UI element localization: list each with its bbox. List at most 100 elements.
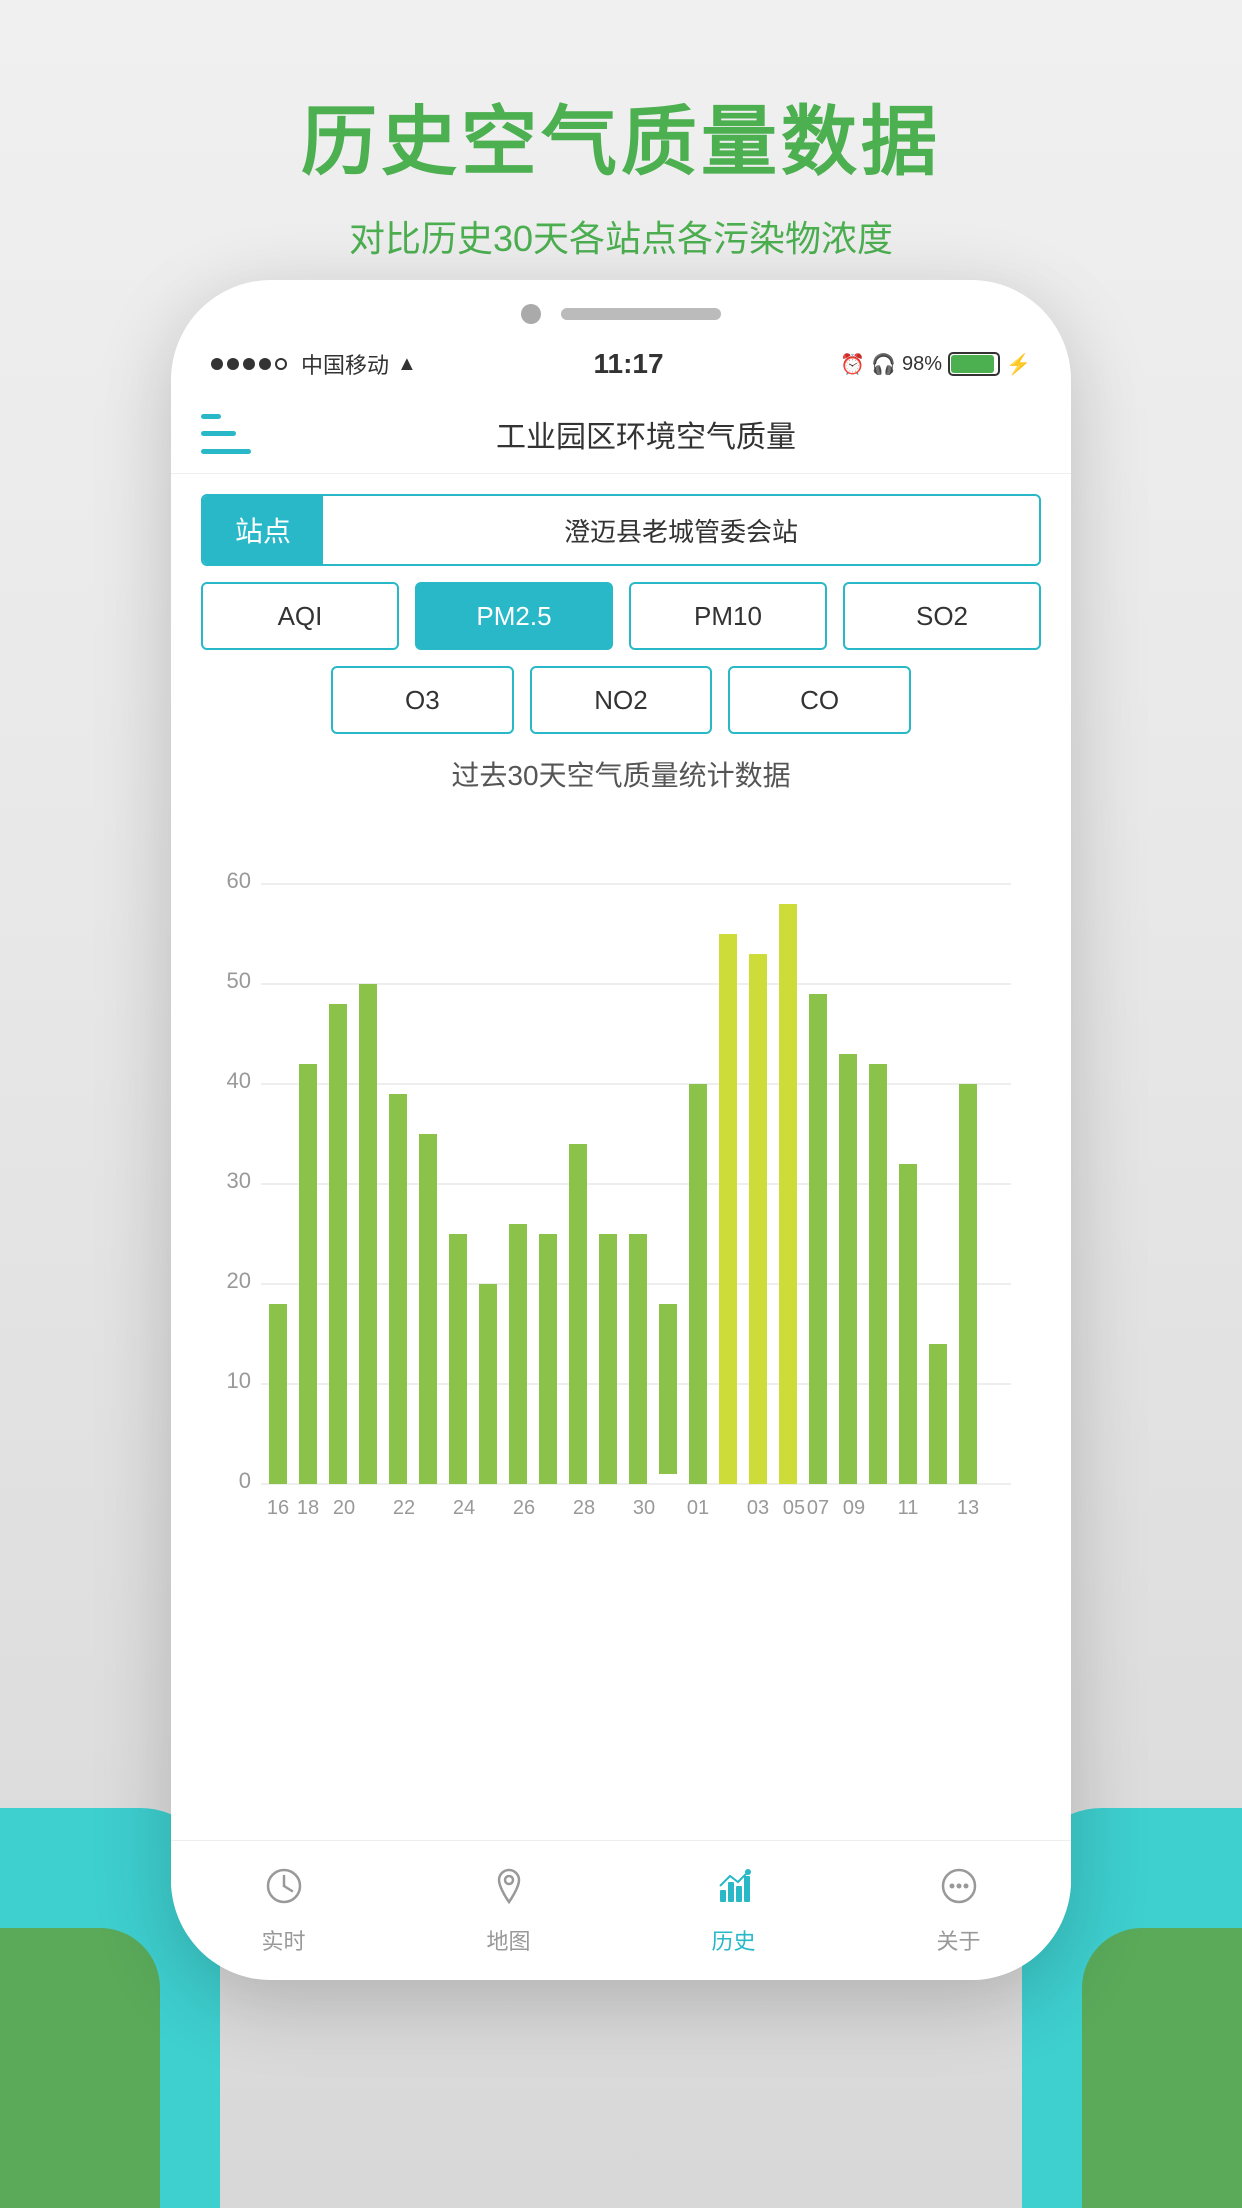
status-right: ⏰ 🎧 98% ⚡ <box>840 352 1031 377</box>
wifi-icon: ▲ <box>397 353 417 376</box>
bar-05c <box>779 904 797 1484</box>
tab-item-realtime[interactable]: 实时 <box>171 1866 396 1956</box>
tab-label-map: 地图 <box>486 1924 530 1956</box>
bg-decoration-green-left <box>0 1928 160 2208</box>
menu-line-2 <box>201 431 236 436</box>
bar-chart: 60 50 40 30 20 10 0 <box>211 814 1031 1574</box>
menu-icon[interactable] <box>201 414 251 454</box>
svg-text:30: 30 <box>227 1168 251 1193</box>
battery-fill <box>951 355 994 373</box>
pollutant-btn-PM25[interactable]: PM2.5 <box>415 582 613 650</box>
station-row[interactable]: 站点 澄迈县老城管委会站 <box>201 494 1041 566</box>
chart-icon <box>714 1866 754 1916</box>
svg-text:16: 16 <box>267 1497 289 1519</box>
bar-30b <box>629 1234 647 1484</box>
chart-title: 过去30天空气质量统计数据 <box>201 754 1041 794</box>
svg-text:28: 28 <box>573 1497 595 1519</box>
pollutant-buttons-row1: AQI PM2.5 PM10 SO2 <box>201 582 1041 650</box>
svg-text:03: 03 <box>747 1497 769 1519</box>
svg-text:20: 20 <box>333 1497 355 1519</box>
menu-line-3 <box>201 449 251 454</box>
bar-09b <box>869 1064 887 1484</box>
svg-text:0: 0 <box>239 1468 251 1493</box>
bar-05b <box>749 954 767 1484</box>
app-nav-bar: 工业园区环境空气质量 <box>171 394 1071 474</box>
carrier-label: 中国移动 <box>301 348 389 380</box>
headphone-icon: 🎧 <box>871 352 896 377</box>
svg-text:30: 30 <box>633 1497 655 1519</box>
phone-camera <box>521 304 541 324</box>
bar-20a <box>329 1004 347 1484</box>
chart-container: 60 50 40 30 20 10 0 <box>201 814 1041 1574</box>
pollutant-btn-SO2[interactable]: SO2 <box>843 582 1041 650</box>
phone-speaker <box>561 308 721 320</box>
bar-30a <box>599 1234 617 1484</box>
map-icon <box>489 1866 529 1916</box>
pollutant-btn-PM10[interactable]: PM10 <box>629 582 827 650</box>
bar-26b <box>509 1224 527 1484</box>
pollutant-btn-AQI[interactable]: AQI <box>201 582 399 650</box>
svg-text:20: 20 <box>227 1268 251 1293</box>
svg-text:07: 07 <box>807 1497 829 1519</box>
status-left: 中国移动 ▲ <box>211 348 417 380</box>
svg-text:40: 40 <box>227 1068 251 1093</box>
signal-dots <box>211 358 287 370</box>
bar-22a <box>389 1094 407 1484</box>
bar-26a <box>479 1284 497 1484</box>
tab-item-map[interactable]: 地图 <box>396 1866 621 1956</box>
phone-top-hardware <box>171 280 1071 334</box>
tab-item-about[interactable]: 关于 <box>846 1866 1071 1956</box>
battery-bar <box>948 352 1000 376</box>
bar-11b <box>929 1344 947 1484</box>
tab-label-realtime: 实时 <box>261 1924 305 1956</box>
signal-dot-2 <box>227 358 239 370</box>
bar-09a <box>839 1054 857 1484</box>
tab-label-history: 历史 <box>711 1924 755 1956</box>
tab-item-history[interactable]: 历史 <box>621 1866 846 1956</box>
svg-text:24: 24 <box>453 1497 475 1519</box>
battery-percent: 98% <box>902 353 942 376</box>
pollutant-btn-CO[interactable]: CO <box>728 666 911 734</box>
signal-dot-1 <box>211 358 223 370</box>
station-value: 澄迈县老城管委会站 <box>323 496 1039 564</box>
bar-05a <box>719 934 737 1484</box>
pollutant-buttons-row2: O3 NO2 CO <box>201 666 1041 734</box>
svg-text:11: 11 <box>898 1497 919 1519</box>
page-main-title: 历史空气质量数据 <box>0 80 1242 190</box>
menu-line-1 <box>201 414 221 419</box>
svg-text:26: 26 <box>513 1497 535 1519</box>
clock-icon <box>264 1866 304 1916</box>
bar-22b <box>419 1134 437 1484</box>
status-bar: 中国移动 ▲ 11:17 ⏰ 🎧 98% ⚡ <box>171 334 1071 394</box>
pollutant-btn-O3[interactable]: O3 <box>331 666 514 734</box>
bar-18 <box>299 1064 317 1484</box>
content-area: 站点 澄迈县老城管委会站 AQI PM2.5 PM10 SO2 O3 NO2 C… <box>171 494 1071 1574</box>
bar-13 <box>959 1084 977 1484</box>
station-label: 站点 <box>203 496 323 564</box>
svg-text:09: 09 <box>843 1497 865 1519</box>
status-time: 11:17 <box>593 348 663 380</box>
more-icon <box>939 1866 979 1916</box>
svg-text:10: 10 <box>227 1368 251 1393</box>
bar-03 <box>689 1084 707 1484</box>
svg-text:18: 18 <box>297 1497 319 1519</box>
signal-dot-3 <box>243 358 255 370</box>
bar-11a <box>899 1164 917 1484</box>
tab-label-about: 关于 <box>936 1924 980 1956</box>
bar-24 <box>449 1234 467 1484</box>
bar-20b <box>359 984 377 1484</box>
svg-text:50: 50 <box>227 968 251 993</box>
pollutant-btn-NO2[interactable]: NO2 <box>530 666 713 734</box>
alarm-icon: ⏰ <box>840 352 865 377</box>
phone-frame: 中国移动 ▲ 11:17 ⏰ 🎧 98% ⚡ 工业园区环境空气质量 站点 澄迈县… <box>171 280 1071 1980</box>
bar-07 <box>809 994 827 1484</box>
signal-dot-5 <box>275 358 287 370</box>
app-title: 工业园区环境空气质量 <box>251 412 1041 456</box>
svg-text:22: 22 <box>393 1497 415 1519</box>
svg-text:13: 13 <box>957 1497 979 1519</box>
bg-decoration-green-right <box>1082 1928 1242 2208</box>
charging-icon: ⚡ <box>1006 352 1031 377</box>
tab-bar: 实时 地图 历史 <box>171 1840 1071 1980</box>
svg-text:05: 05 <box>783 1497 805 1519</box>
bar-28b <box>569 1144 587 1484</box>
